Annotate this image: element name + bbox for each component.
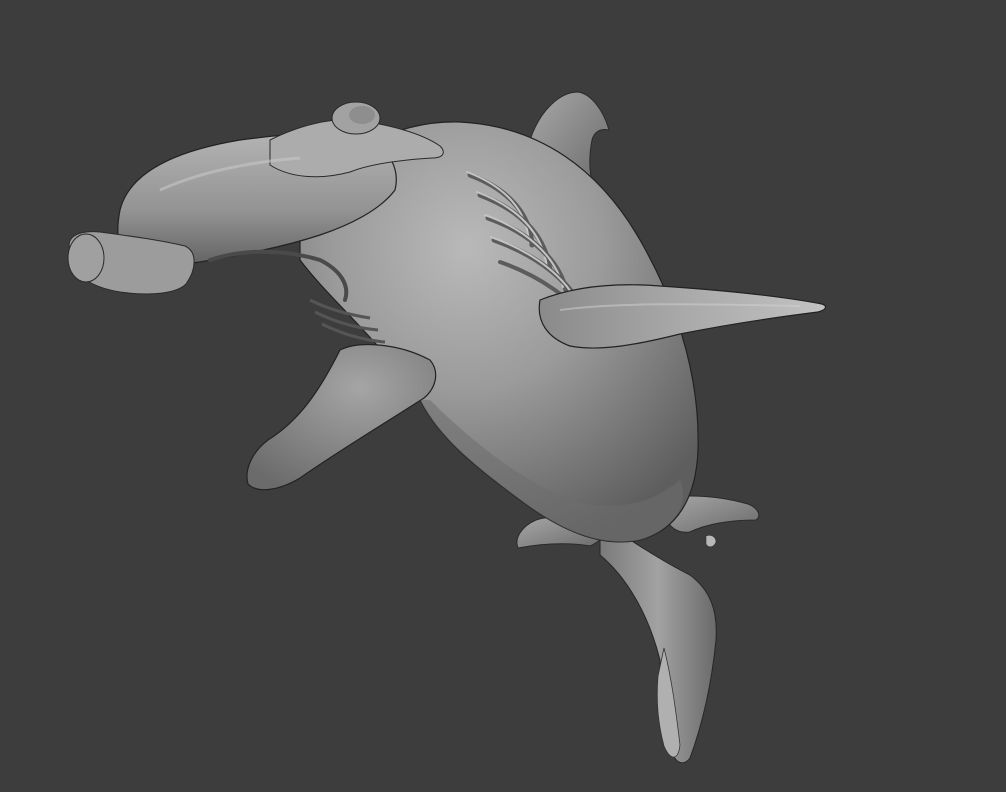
viewport-canvas[interactable] (0, 0, 1006, 792)
eye-right-highlight (349, 106, 375, 124)
3d-viewport[interactable] (0, 0, 1006, 792)
eye-left (67, 233, 105, 283)
